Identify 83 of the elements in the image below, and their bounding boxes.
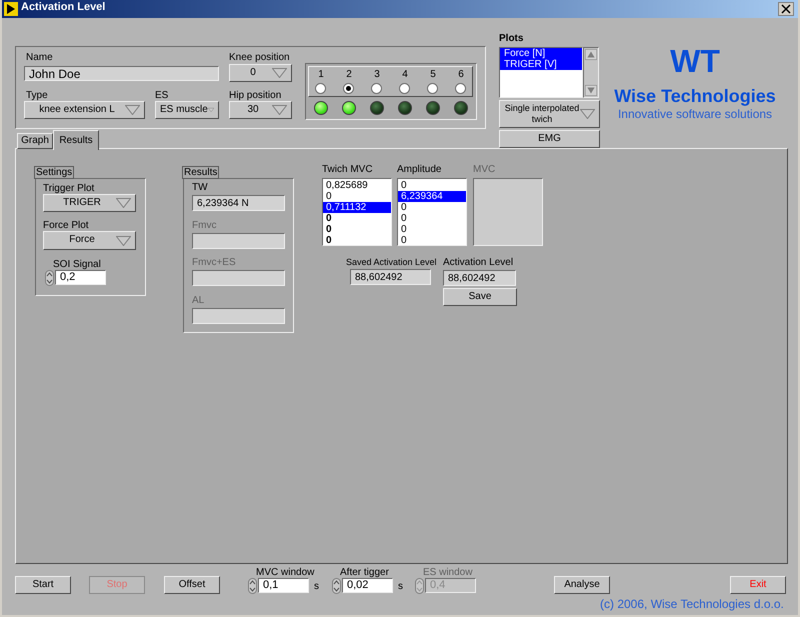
close-icon[interactable]	[778, 2, 794, 16]
field-label: Saved Activation Level	[346, 258, 437, 267]
logo-mark: WT	[669, 45, 721, 77]
list-item[interactable]: 0,711132	[323, 202, 391, 213]
field-label: AL	[192, 296, 204, 306]
field-label: ES	[155, 91, 168, 101]
field-label: ES window	[423, 568, 472, 578]
field-label: Force Plot	[43, 221, 89, 231]
field-label: s	[314, 582, 319, 592]
scroll-up-icon[interactable]	[585, 49, 597, 60]
increment-decrement-buttons[interactable]	[332, 578, 341, 594]
channel-number: 5	[429, 70, 437, 80]
scroll-down-icon[interactable]	[585, 85, 597, 96]
list-item[interactable]: 0	[323, 191, 391, 202]
field-label: Hip position	[229, 91, 282, 101]
list-item[interactable]: 0	[398, 224, 466, 235]
app-icon	[4, 2, 18, 16]
dropdown[interactable]: TRIGER	[43, 194, 136, 212]
company-tagline: Innovative software solutions	[616, 108, 774, 120]
field-label: TW	[192, 183, 208, 193]
list-item[interactable]: 0	[398, 235, 466, 246]
field-label: Activation Level	[443, 258, 514, 268]
list-box	[473, 178, 543, 246]
company-name: Wise Technologies	[613, 87, 777, 105]
list-item[interactable]: 0	[398, 213, 466, 224]
name-field: John Doe	[24, 66, 219, 81]
field-label: MVC window	[256, 568, 314, 578]
field-label: Type	[26, 91, 48, 101]
list-item[interactable]: 0,825689	[323, 180, 391, 191]
number-field[interactable]: 0,02	[342, 578, 393, 593]
field-label: SOI Signal	[53, 260, 101, 270]
increment-decrement-buttons[interactable]	[248, 578, 257, 594]
dropdown[interactable]: Force	[43, 231, 136, 250]
group-title: Results	[182, 166, 220, 179]
channel-number: 1	[317, 70, 325, 80]
button[interactable]: Offset	[164, 576, 220, 594]
dropdown-arrow-icon	[116, 236, 131, 246]
tab[interactable]: Results	[53, 130, 99, 150]
channel-number: 3	[373, 70, 381, 80]
field-label: Trigger Plot	[43, 184, 94, 194]
dropdown[interactable]: 0	[229, 64, 292, 82]
field-label: Fmvc	[192, 220, 216, 230]
increment-decrement-buttons[interactable]	[45, 270, 54, 286]
dropdown-arrow-icon	[580, 109, 595, 119]
list-item[interactable]: 0	[398, 180, 466, 191]
field-label: MVC	[473, 165, 496, 175]
list-item[interactable]: 0	[323, 224, 391, 235]
dropdown[interactable]: knee extension L	[24, 101, 145, 119]
number-field[interactable]: 0,2	[55, 270, 106, 285]
dropdown[interactable]: ES muscle	[155, 101, 219, 119]
dropdown-arrow-icon	[208, 105, 214, 115]
field-label: s	[398, 582, 403, 592]
list-item[interactable]: 6,239364	[398, 191, 466, 202]
field-label: Amplitude	[397, 165, 442, 175]
tab[interactable]: Graph	[17, 133, 53, 149]
save-button[interactable]: Save	[443, 288, 517, 306]
group-title: Settings	[34, 166, 74, 179]
list-item[interactable]: 0	[323, 213, 391, 224]
copyright-text: (c) 2006, Wise Technologies d.o.o.	[600, 598, 784, 610]
emg-button[interactable]: EMG	[499, 130, 600, 148]
list-item[interactable]: 0	[398, 202, 466, 213]
list-item[interactable]: TRIGER [V]	[500, 59, 582, 70]
dropdown[interactable]: 30	[229, 101, 292, 119]
field-label: After tigger	[340, 568, 389, 578]
channel-number: 4	[401, 70, 409, 80]
list-item[interactable]: 0	[323, 235, 391, 246]
dropdown-arrow-icon	[116, 198, 131, 208]
field-label: Knee position	[229, 53, 290, 63]
mode-dropdown[interactable]: Single interpolated twich	[499, 100, 600, 128]
field-label: Name	[26, 53, 53, 63]
analyse-button[interactable]: Analyse	[554, 576, 610, 594]
number-field[interactable]: 0,1	[258, 578, 309, 593]
window-title: Activation Level	[21, 2, 106, 13]
button[interactable]: Start	[15, 576, 71, 594]
field-label: Fmvc+ES	[192, 258, 236, 268]
dropdown-arrow-icon	[272, 105, 287, 115]
dropdown-arrow-icon	[272, 68, 287, 78]
channel-number: 6	[457, 70, 465, 80]
dropdown-arrow-icon	[125, 105, 140, 115]
field-label: Twich MVC	[322, 165, 373, 175]
field-label: Plots	[499, 34, 524, 44]
list-item[interactable]: Force [N]	[500, 48, 582, 59]
channel-number: 2	[345, 70, 353, 80]
